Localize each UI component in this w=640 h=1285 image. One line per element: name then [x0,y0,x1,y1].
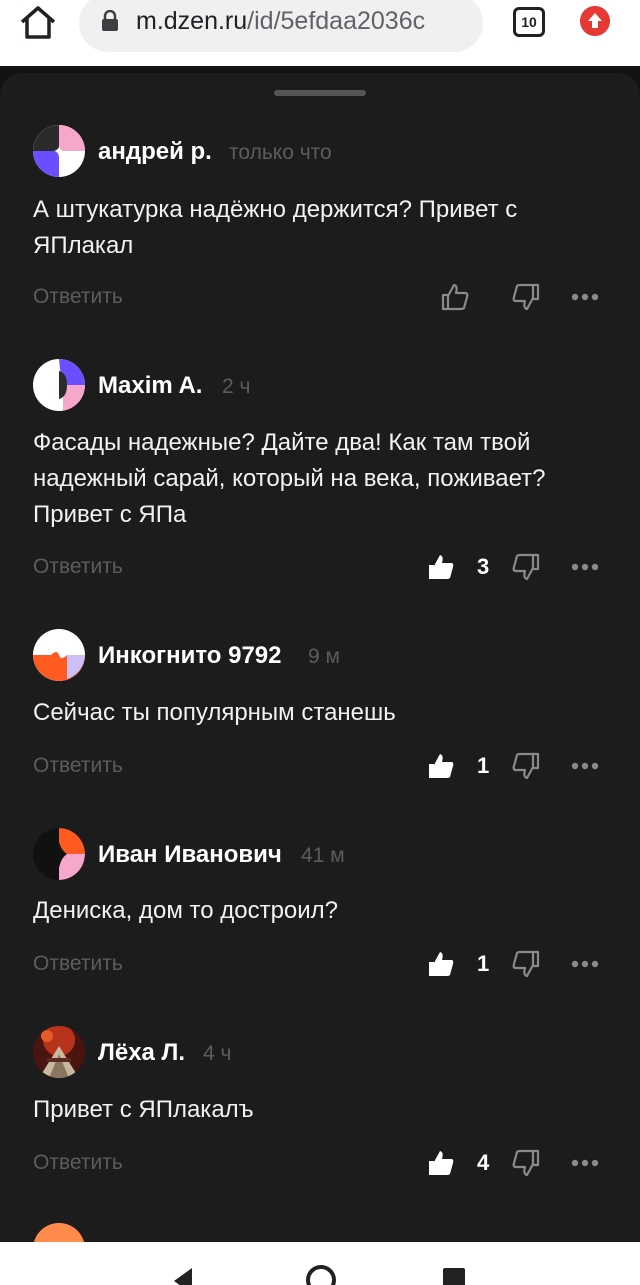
system-nav-bar [0,1242,640,1285]
avatar[interactable] [33,1223,85,1242]
home-icon[interactable] [18,4,58,40]
reply-button[interactable]: Ответить [33,950,123,978]
comment-author[interactable]: Лёха Л. [98,1038,185,1068]
reply-button[interactable]: Ответить [33,553,123,581]
reply-button[interactable]: Ответить [33,1149,123,1177]
sheet-drag-handle[interactable] [274,90,366,96]
comment-author[interactable]: андрей р. [98,137,212,167]
comment-author[interactable]: Инкогнито 9792 [98,641,282,671]
comment-time: только что [229,141,332,164]
browser-toolbar: m.dzen.ru/id/5efdaa2036c 10 [0,0,640,66]
comment-text: Дениска, дом то достроил? [33,897,339,924]
dislike-icon[interactable] [512,553,540,581]
like-icon[interactable] [427,553,455,581]
comment-time: 2 ч [222,375,251,398]
url-text: m.dzen.ru/id/5efdaa2036c [136,6,476,36]
comment-time: 41 м [301,844,345,867]
avatar[interactable] [33,125,85,177]
comments-sheet: андрей р. только что А штукатурка надёжн… [0,73,640,1242]
comment-author[interactable]: Maxim A. [98,371,202,401]
comment-time: 4 ч [203,1042,232,1065]
avatar[interactable] [33,828,85,880]
comment-text: Привет с ЯПлакалъ [33,1096,254,1123]
url-path: /id/5efdaa2036c [247,7,426,35]
tab-switcher-icon[interactable]: 10 [513,7,545,37]
dislike-icon[interactable] [512,283,540,311]
like-count: 1 [477,951,490,976]
like-icon[interactable] [427,752,455,780]
like-count: 4 [477,1150,490,1175]
more-icon[interactable] [571,291,599,303]
dislike-icon[interactable] [512,1149,540,1177]
more-icon[interactable] [571,760,599,772]
like-count: 3 [477,554,490,579]
like-count: 1 [477,753,490,778]
address-bar[interactable]: m.dzen.ru/id/5efdaa2036c [79,0,483,52]
avatar[interactable] [33,359,85,411]
lock-icon [102,10,118,31]
more-icon[interactable] [571,958,599,970]
avatar[interactable] [33,1026,85,1078]
more-icon[interactable] [571,1157,599,1169]
like-icon[interactable] [441,283,469,311]
comment-author[interactable]: Иван Иванович [98,840,282,870]
back-icon[interactable] [172,1268,194,1285]
comment-text: Сейчас ты популярным станешь [33,699,396,726]
reply-button[interactable]: Ответить [33,283,123,311]
dislike-icon[interactable] [512,752,540,780]
reply-button[interactable]: Ответить [33,752,123,780]
avatar[interactable] [33,629,85,681]
url-host: m.dzen.ru [136,7,248,35]
update-icon[interactable] [580,6,610,36]
like-icon[interactable] [427,950,455,978]
comment-time: 9 м [308,645,340,668]
like-icon[interactable] [427,1149,455,1177]
comment-text: Фасады надежные? Дайте два! Как там твой… [33,429,546,528]
dislike-icon[interactable] [512,950,540,978]
comment-text: А штукатурка надёжно держится? Привет с … [33,196,518,259]
recents-icon[interactable] [443,1268,465,1285]
home-nav-icon[interactable] [305,1264,337,1285]
more-icon[interactable] [571,561,599,573]
tab-count: 10 [521,14,537,30]
